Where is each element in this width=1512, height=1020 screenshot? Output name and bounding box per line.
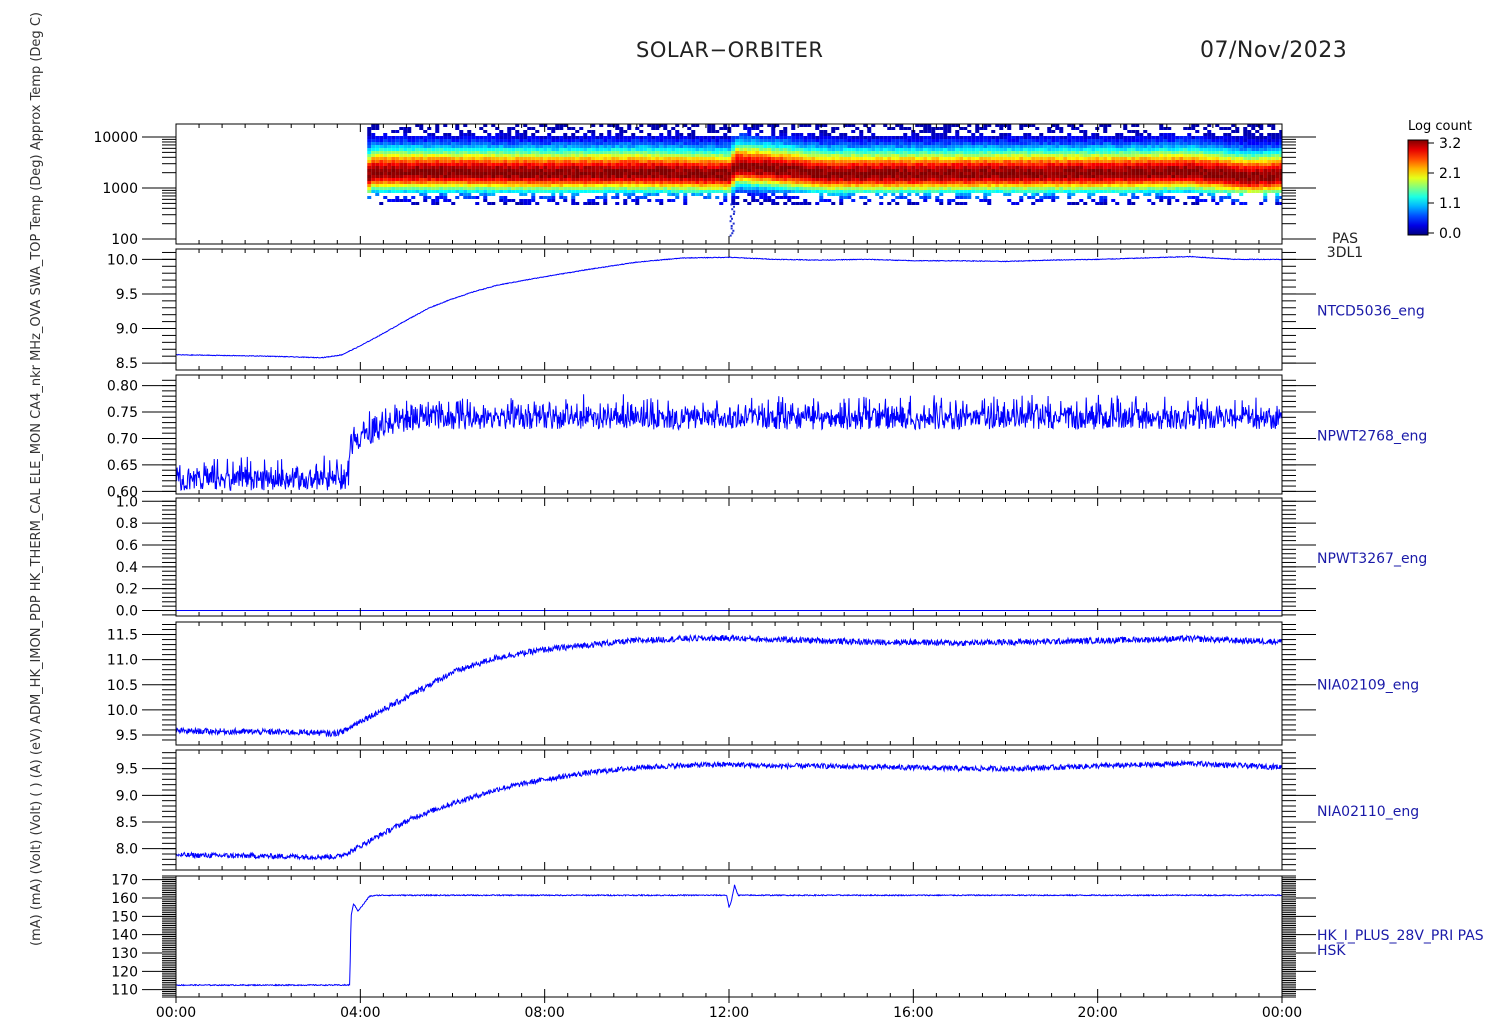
y-axis-stack-label: (mA) (mA) (Volt) (Volt) ( ) (A) (eV) ADM… xyxy=(29,12,44,946)
panel-frame-6 xyxy=(175,875,1283,998)
y-tick-label-4-2: 10.5 xyxy=(107,678,138,694)
series-line-NTCD5036_eng xyxy=(176,255,1282,359)
panel-label-4-0: NIA02109_eng xyxy=(1317,678,1419,694)
y-tick-label-6-5: 160 xyxy=(111,891,138,907)
y-tick-label-5-1: 8.5 xyxy=(116,815,138,831)
y-tick-label-5-2: 9.0 xyxy=(116,788,138,804)
y-tick-label-4-3: 11.0 xyxy=(107,653,138,669)
y-tick-label-4-4: 11.5 xyxy=(107,628,138,644)
x-tick-label-5: 20:00 xyxy=(1077,1005,1117,1020)
x-tick-label-2: 08:00 xyxy=(524,1005,564,1020)
colorbar-tick-2: 1.1 xyxy=(1439,196,1461,212)
y-tick-label-3-0: 0.0 xyxy=(116,604,138,620)
y-tick-label-0-0: 10000 xyxy=(93,130,138,146)
x-tick-label-1: 04:00 xyxy=(340,1005,380,1020)
y-tick-label-6-6: 170 xyxy=(111,873,138,889)
y-tick-label-2-4: 0.80 xyxy=(107,379,138,395)
y-tick-label-0-1: 1000 xyxy=(102,181,138,197)
panel-label-2-0: NPWT2768_eng xyxy=(1317,429,1427,445)
colorbar xyxy=(1407,139,1429,236)
y-tick-label-6-2: 130 xyxy=(111,946,138,962)
series-line-NIA02110_eng xyxy=(176,759,1282,861)
y-tick-label-1-0: 8.5 xyxy=(116,356,138,372)
y-tick-label-6-4: 150 xyxy=(111,909,138,925)
y-tick-label-3-2: 0.4 xyxy=(116,560,138,576)
y-tick-label-6-0: 110 xyxy=(111,983,138,999)
chart-canvas: (mA) (mA) (Volt) (Volt) ( ) (A) (eV) ADM… xyxy=(29,12,1484,1020)
panel-label-5-0: NIA02110_eng xyxy=(1317,804,1419,820)
y-tick-label-2-1: 0.65 xyxy=(107,458,138,474)
colorbar-tick-3: 0.0 xyxy=(1439,226,1461,242)
y-tick-label-0-2: 100 xyxy=(111,232,138,248)
y-tick-label-4-0: 9.5 xyxy=(116,728,138,744)
colorbar-tick-0: 3.2 xyxy=(1439,136,1461,152)
y-tick-label-1-2: 9.5 xyxy=(116,287,138,303)
y-tick-label-6-1: 120 xyxy=(111,964,138,980)
y-tick-label-2-3: 0.75 xyxy=(107,405,138,421)
panel-frame-5 xyxy=(175,749,1283,871)
panel-label-3-0: NPWT3267_eng xyxy=(1317,551,1427,567)
y-tick-label-5-3: 9.5 xyxy=(116,762,138,778)
panel-label-6-1: HSK xyxy=(1317,943,1346,959)
y-tick-label-5-0: 8.0 xyxy=(116,842,138,858)
panel-frame-1 xyxy=(175,248,1283,371)
y-tick-label-3-1: 0.2 xyxy=(116,582,138,598)
x-tick-label-0: 00:00 xyxy=(156,1005,196,1020)
y-tick-label-3-4: 0.8 xyxy=(116,516,138,532)
panel-label-1-0: NTCD5036_eng xyxy=(1317,304,1425,320)
x-tick-label-6: 00:00 xyxy=(1262,1005,1302,1020)
panel-label-0-1: 3DL1 xyxy=(1327,245,1363,261)
series-line-HK_I_PLUS_28V_PRI xyxy=(176,884,1282,987)
y-tick-label-4-1: 10.0 xyxy=(107,703,138,719)
x-tick-label-4: 16:00 xyxy=(893,1005,933,1020)
y-tick-label-3-5: 1.0 xyxy=(116,494,138,510)
colorbar-tick-1: 2.1 xyxy=(1439,166,1461,182)
series-line-NIA02109_eng xyxy=(176,633,1282,738)
x-tick-label-3: 12:00 xyxy=(709,1005,749,1020)
y-tick-label-3-3: 0.6 xyxy=(116,538,138,554)
spectrogram-cells xyxy=(367,124,1282,237)
series-line-NPWT2768_eng xyxy=(176,394,1282,491)
panel-frame-3 xyxy=(175,497,1283,617)
y-tick-label-6-3: 140 xyxy=(111,928,138,944)
y-tick-label-1-3: 10.0 xyxy=(107,252,138,268)
panel-label-6-0: HK_I_PLUS_28V_PRI PAS xyxy=(1317,928,1484,944)
y-tick-label-2-2: 0.70 xyxy=(107,431,138,447)
y-tick-label-1-1: 9.0 xyxy=(116,322,138,338)
